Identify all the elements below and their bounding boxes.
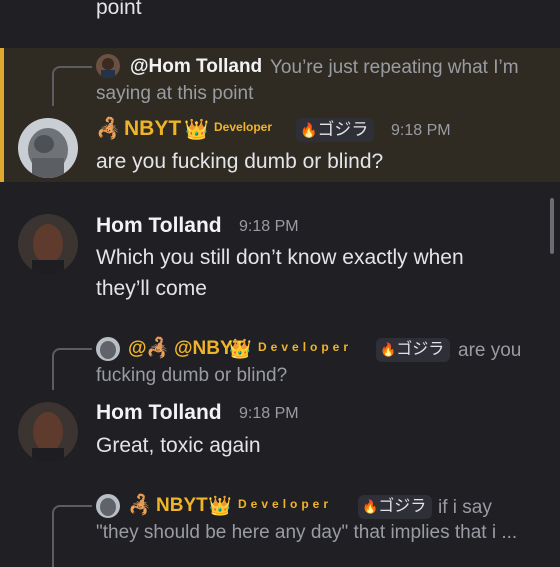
crown-icon: 👑: [228, 339, 252, 360]
message-text: Which you still don’t know exactly when: [96, 246, 464, 269]
timestamp[interactable]: 9:18 PM: [391, 122, 451, 140]
reply-text-continued[interactable]: fucking dumb or blind?: [96, 365, 287, 387]
reply-header: 🦂 NBYT 👑 Developer 🔥ゴジラ if i say: [128, 493, 548, 521]
crown-icon: 👑: [208, 496, 232, 517]
role-label: Developer: [258, 340, 353, 354]
scorpion-icon: 🦂: [146, 338, 170, 359]
scorpion-icon: 🦂: [96, 118, 121, 140]
role-label: Developer: [214, 120, 273, 134]
guild-tag[interactable]: 🔥ゴジラ: [296, 118, 375, 142]
scrollbar-thumb[interactable]: [550, 198, 554, 254]
guild-tag[interactable]: 🔥ゴジラ: [358, 495, 433, 519]
reply-avatar[interactable]: [96, 54, 120, 78]
reply-avatar[interactable]: [96, 494, 120, 518]
reply-author-prefix: @: [128, 338, 147, 359]
reply-header: @ 🦂 @NBYT 👑 Developer 🔥ゴジラ are you: [128, 336, 548, 364]
timestamp[interactable]: 9:18 PM: [239, 218, 299, 236]
guild-tag-text: ゴジラ: [378, 498, 427, 515]
guild-tag-text: ゴジラ: [396, 341, 445, 358]
author-name[interactable]: NBYT: [124, 117, 181, 141]
author-avatar[interactable]: [18, 214, 78, 274]
scorpion-icon: 🦂: [128, 495, 152, 516]
message-text: Great, toxic again: [96, 434, 261, 457]
author-avatar[interactable]: [18, 118, 78, 178]
message-header: 🦂 NBYT 👑 Developer 🔥ゴジラ 9:18 PM: [96, 116, 556, 144]
reply-connector: [52, 505, 92, 567]
reply-connector: [52, 66, 92, 106]
crown-icon: 👑: [184, 119, 209, 141]
reply-avatar[interactable]: [96, 337, 120, 361]
blue-flame-icon: 🔥: [362, 499, 379, 514]
author-name[interactable]: Hom Tolland: [96, 401, 222, 425]
blue-flame-icon: 🔥: [300, 122, 318, 138]
reply-text-continued[interactable]: saying at this point: [96, 83, 253, 105]
reply-connector: [52, 348, 92, 390]
blue-flame-icon: 🔥: [380, 342, 397, 357]
role-label: Developer: [238, 497, 333, 511]
message-text-continued: they’ll come: [96, 277, 207, 300]
reply-text[interactable]: if i say: [438, 497, 492, 519]
reply-text-continued[interactable]: "they should be here any day" that impli…: [96, 522, 546, 544]
author-avatar[interactable]: [18, 402, 78, 462]
timestamp[interactable]: 9:18 PM: [239, 405, 299, 423]
author-name[interactable]: Hom Tolland: [96, 214, 222, 238]
reply-author[interactable]: NBYT: [156, 495, 208, 517]
guild-tag-text: ゴジラ: [317, 120, 369, 139]
previous-message-fragment: point: [96, 0, 142, 19]
reply-text[interactable]: You’re just repeating what I’m: [270, 57, 519, 79]
mention-highlight-bar: [0, 48, 4, 182]
guild-tag[interactable]: 🔥ゴジラ: [376, 338, 451, 362]
reply-author[interactable]: @Hom Tolland: [130, 56, 262, 78]
message-text: are you fucking dumb or blind?: [96, 150, 384, 173]
reply-text[interactable]: are you: [458, 340, 521, 362]
